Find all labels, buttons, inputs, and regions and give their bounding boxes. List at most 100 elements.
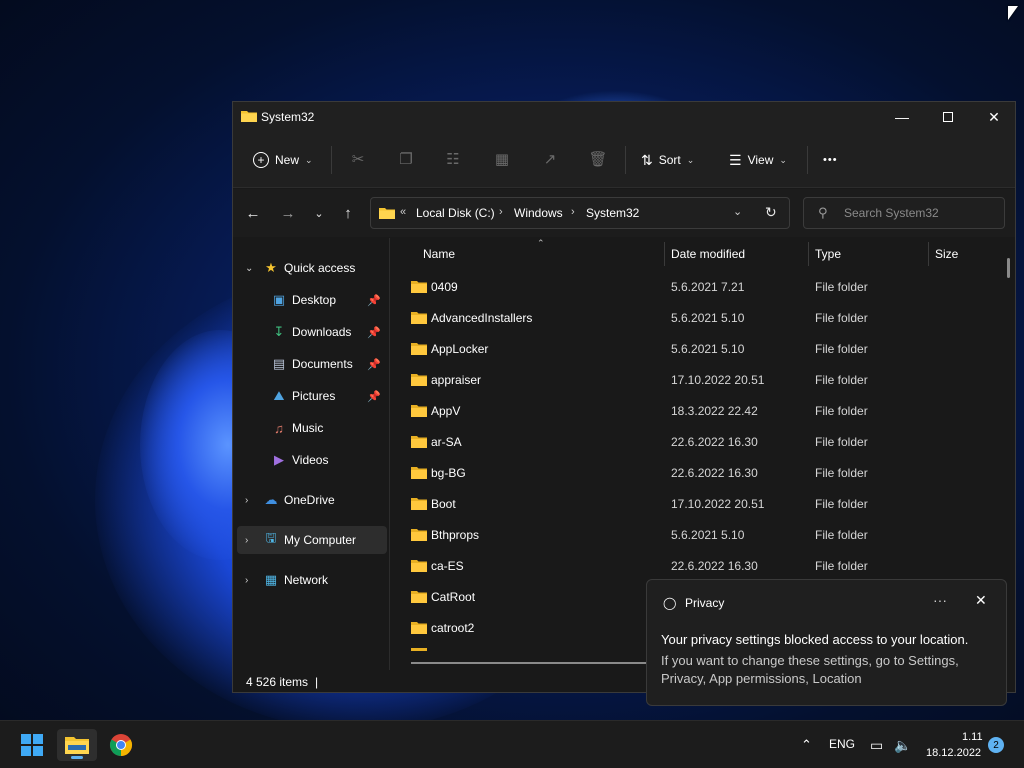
cut-icon[interactable]: ✂ xyxy=(349,150,367,168)
table-row[interactable]: ar-SA 22.6.2022 16.30 File folder xyxy=(391,427,1001,458)
copy-icon[interactable]: ❐ xyxy=(397,150,415,168)
column-divider[interactable] xyxy=(664,242,665,266)
folder-icon xyxy=(411,312,427,324)
chrome-icon xyxy=(110,734,132,756)
status-divider: | xyxy=(315,675,319,689)
sidebar-item-my-computer[interactable]: › 🖫 My Computer xyxy=(237,526,387,554)
table-row[interactable]: Boot 17.10.2022 20.51 File folder xyxy=(391,489,1001,520)
column-header-date[interactable]: Date modified xyxy=(671,247,745,261)
address-dropdown-icon[interactable]: ⌄ xyxy=(733,205,742,218)
folder-icon xyxy=(411,591,427,603)
sidebar-item-desktop[interactable]: ▣ Desktop 📌 xyxy=(237,286,387,314)
refresh-icon[interactable]: ↻ xyxy=(765,204,777,221)
folder-icon xyxy=(411,560,427,572)
notification-badge[interactable]: 2 xyxy=(988,737,1004,753)
rename-icon[interactable]: ▦ xyxy=(493,150,511,168)
file-date: 5.6.2021 5.10 xyxy=(671,342,745,356)
table-row[interactable]: Bthprops 5.6.2021 5.10 File folder xyxy=(391,520,1001,551)
notification-message: Your privacy settings blocked access to … xyxy=(661,632,969,647)
vertical-scrollbar[interactable] xyxy=(1007,258,1010,278)
new-label: New xyxy=(275,153,300,167)
start-button[interactable] xyxy=(12,729,52,761)
pin-icon[interactable]: 📌 xyxy=(367,294,381,307)
column-header-size[interactable]: Size xyxy=(935,247,958,261)
horizontal-scrollbar[interactable] xyxy=(411,662,651,664)
table-row[interactable]: AppLocker 5.6.2021 5.10 File folder xyxy=(391,334,1001,365)
recent-locations-chevron-icon[interactable]: ⌄ xyxy=(309,203,329,223)
file-date: 18.3.2022 22.42 xyxy=(671,404,758,418)
sidebar-item-downloads[interactable]: ↧ Downloads 📌 xyxy=(237,318,387,346)
table-row[interactable]: appraiser 17.10.2022 20.51 File folder xyxy=(391,365,1001,396)
notification-more-button[interactable]: ··· xyxy=(933,592,947,608)
table-row[interactable]: AdvancedInstallers 5.6.2021 5.10 File fold… xyxy=(391,303,1001,334)
sidebar-item-music[interactable]: ♫ Music xyxy=(237,414,387,442)
sidebar-item-documents[interactable]: ▤ Documents 📌 xyxy=(237,350,387,378)
folder-icon xyxy=(411,281,427,293)
table-row[interactable]: ca-ES 22.6.2022 16.30 File folder xyxy=(391,551,1001,582)
file-type: File folder xyxy=(815,466,868,480)
file-type: File folder xyxy=(815,435,868,449)
file-name: ar-SA xyxy=(431,435,462,449)
sidebar-item-pictures[interactable]: ⛰ Pictures 📌 xyxy=(237,382,387,410)
pin-icon[interactable]: 📌 xyxy=(367,326,381,339)
cloud-icon: ☁ xyxy=(264,492,278,507)
taskbar-file-explorer[interactable] xyxy=(57,729,97,761)
minimize-button[interactable]: — xyxy=(879,102,925,132)
file-name: catroot2 xyxy=(431,621,475,635)
column-header-type[interactable]: Type xyxy=(815,247,841,261)
file-date: 5.6.2021 5.10 xyxy=(671,528,745,542)
view-button[interactable]: ☰ View ⌄ xyxy=(729,146,787,174)
notification-close-button[interactable]: ✕ xyxy=(975,592,987,609)
share-icon[interactable]: ↗ xyxy=(541,150,559,168)
clock-time[interactable]: 1.11 xyxy=(962,731,983,743)
column-header-name[interactable]: Name xyxy=(423,247,455,261)
pin-icon[interactable]: 📌 xyxy=(367,390,381,403)
breadcrumb-system32[interactable]: System32 xyxy=(586,206,639,220)
folder-icon xyxy=(411,374,427,386)
search-icon: ⚲ xyxy=(818,205,828,220)
taskbar-chrome[interactable] xyxy=(101,729,141,761)
more-options-button[interactable]: ••• xyxy=(823,146,838,174)
search-box[interactable]: ⚲ xyxy=(803,197,1005,229)
network-tray-icon[interactable]: ▭ xyxy=(870,737,883,754)
show-hidden-icons-chevron-icon[interactable]: ⌃ xyxy=(801,737,812,753)
sidebar-item-quick-access[interactable]: ⌄ ★ Quick access xyxy=(237,254,387,282)
address-bar[interactable]: « Local Disk (C:) › Windows › System32 ⌄… xyxy=(370,197,790,229)
title-bar[interactable]: System32 — ✕ xyxy=(233,102,1015,132)
privacy-notification[interactable]: ◯ Privacy ··· ✕ Your privacy settings bl… xyxy=(646,579,1007,706)
breadcrumb-overflow[interactable]: « xyxy=(400,206,406,218)
table-row[interactable]: 0409 5.6.2021 7.21 File folder xyxy=(391,272,1001,303)
window-title: System32 xyxy=(261,110,315,124)
back-arrow-icon[interactable]: ← xyxy=(243,203,263,223)
language-indicator[interactable]: ENG xyxy=(829,737,855,751)
toolbar-divider xyxy=(625,146,626,174)
close-button[interactable]: ✕ xyxy=(971,102,1017,132)
breadcrumb-local-disk[interactable]: Local Disk (C:) xyxy=(416,206,495,220)
up-arrow-icon[interactable]: ↑ xyxy=(338,203,358,223)
sidebar-item-network[interactable]: › ▦ Network xyxy=(237,566,387,594)
sidebar-item-onedrive[interactable]: › ☁ OneDrive xyxy=(237,486,387,514)
column-divider[interactable] xyxy=(928,242,929,266)
maximize-button[interactable] xyxy=(925,102,971,132)
sidebar-label: Quick access xyxy=(284,261,356,275)
column-divider[interactable] xyxy=(808,242,809,266)
sidebar-label: Pictures xyxy=(292,389,336,403)
sidebar-label: Downloads xyxy=(292,325,352,339)
paste-icon[interactable]: ☷ xyxy=(444,150,462,168)
sidebar-item-videos[interactable]: ▶ Videos xyxy=(237,446,387,474)
sort-button[interactable]: ⇅ Sort ⌄ xyxy=(641,146,694,174)
volume-icon[interactable]: 🔈 xyxy=(894,737,911,754)
table-row[interactable]: AppV 18.3.2022 22.42 File folder xyxy=(391,396,1001,427)
pin-icon[interactable]: 📌 xyxy=(367,358,381,371)
delete-icon[interactable]: 🗑 xyxy=(588,150,607,168)
file-type: File folder xyxy=(815,528,868,542)
new-button[interactable]: + New ⌄ xyxy=(253,146,313,174)
table-row[interactable]: bg-BG 22.6.2022 16.30 File folder xyxy=(391,458,1001,489)
breadcrumb-windows[interactable]: Windows xyxy=(514,206,563,220)
close-icon: ✕ xyxy=(988,108,1000,125)
clock-date[interactable]: 18.12.2022 xyxy=(926,747,981,759)
forward-arrow-icon[interactable]: → xyxy=(278,203,298,223)
file-name: 0409 xyxy=(431,280,458,294)
search-input[interactable] xyxy=(844,206,994,220)
notification-detail: If you want to change these settings, go… xyxy=(661,653,959,686)
